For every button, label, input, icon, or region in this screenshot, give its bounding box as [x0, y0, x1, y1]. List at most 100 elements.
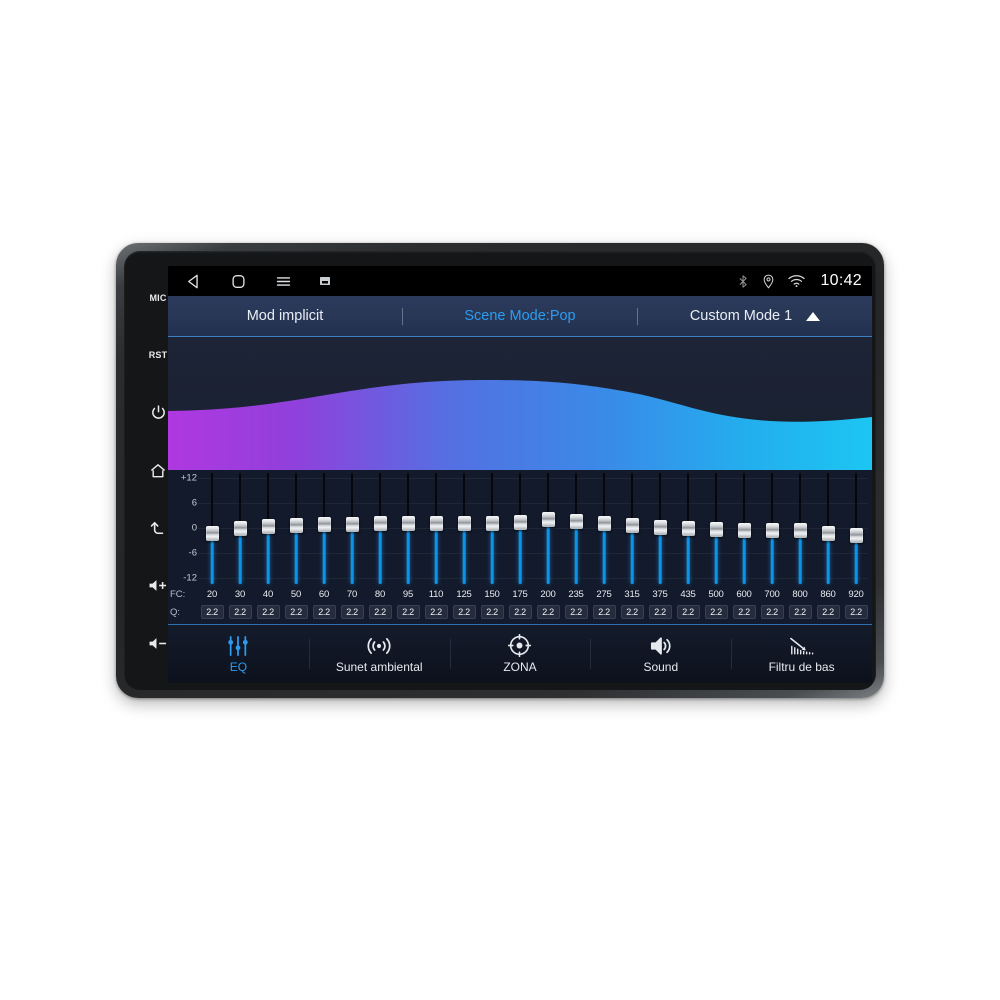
eq-slider-thumb[interactable]	[317, 517, 331, 533]
eq-slider-thumb[interactable]	[373, 516, 387, 532]
eq-slider-thumb[interactable]	[597, 515, 611, 531]
eq-band-slider[interactable]	[646, 470, 674, 584]
eq-slider-thumb[interactable]	[457, 515, 471, 531]
eq-band-slider[interactable]	[758, 470, 786, 584]
eq-q-cell[interactable]: 2.2	[254, 605, 282, 619]
back-button[interactable]	[141, 499, 175, 557]
eq-slider-track-lower	[266, 533, 270, 584]
eq-slider-thumb[interactable]	[709, 522, 723, 538]
eq-band-slider[interactable]	[506, 470, 534, 584]
eq-band-slider[interactable]	[282, 470, 310, 584]
eq-q-cell[interactable]: 2.2	[282, 605, 310, 619]
eq-band-slider[interactable]	[674, 470, 702, 584]
tab-zona[interactable]: ZONA	[449, 625, 591, 683]
eq-q-cell[interactable]: 2.2	[590, 605, 618, 619]
tab-surround[interactable]: Sunet ambiental	[308, 625, 450, 683]
eq-q-cell[interactable]: 2.2	[814, 605, 842, 619]
eq-band-slider[interactable]	[394, 470, 422, 584]
eq-q-cell[interactable]: 2.2	[394, 605, 422, 619]
eq-q-cell[interactable]: 2.2	[786, 605, 814, 619]
menu-icon[interactable]	[274, 272, 293, 291]
eq-slider-thumb[interactable]	[345, 516, 359, 532]
eq-slider-thumb[interactable]	[653, 519, 667, 535]
eq-band-slider[interactable]	[226, 470, 254, 584]
eq-q-cell[interactable]: 2.2	[310, 605, 338, 619]
eq-band-slider[interactable]	[366, 470, 394, 584]
eq-slider-thumb[interactable]	[289, 517, 303, 533]
home-button[interactable]	[141, 442, 175, 500]
eq-q-cell[interactable]: 2.2	[842, 605, 870, 619]
eq-slider-thumb[interactable]	[765, 523, 779, 538]
eq-q-cell[interactable]: 2.2	[758, 605, 786, 619]
eq-frequency-label: 175	[512, 588, 528, 600]
eq-slider-track-upper	[687, 473, 689, 525]
eq-band-slider[interactable]	[702, 470, 730, 584]
eq-slider-thumb[interactable]	[485, 515, 499, 531]
speaker-icon	[649, 635, 673, 657]
mic-button[interactable]: MIC	[141, 269, 175, 327]
eq-slider-thumb[interactable]	[233, 521, 247, 537]
eq-q-cell[interactable]: 2.2	[506, 605, 534, 619]
eq-slider-thumb[interactable]	[681, 521, 695, 537]
eq-q-cell[interactable]: 2.2	[366, 605, 394, 619]
tab-eq[interactable]: EQ	[168, 625, 309, 683]
touchscreen[interactable]: 10:42 Mod implicit Scene Mode:Pop Custom…	[168, 266, 872, 683]
eq-band-slider[interactable]	[338, 470, 366, 584]
eq-q-cell[interactable]: 2.2	[338, 605, 366, 619]
volume-down-button[interactable]	[141, 614, 175, 672]
eq-q-cell[interactable]: 2.2	[702, 605, 730, 619]
eq-frequency-label: 700	[764, 588, 780, 600]
eq-band-slider[interactable]	[478, 470, 506, 584]
eq-slider-thumb[interactable]	[261, 518, 275, 534]
home-icon[interactable]	[229, 272, 248, 291]
eq-slider-track-upper	[323, 473, 325, 521]
eq-slider-thumb[interactable]	[849, 528, 863, 544]
tab-bass-filter[interactable]: Filtru de bas	[731, 625, 872, 683]
eq-q-cell[interactable]: 2.2	[562, 605, 590, 619]
eq-q-cell[interactable]: 2.2	[674, 605, 702, 619]
eq-q-cell[interactable]: 2.2	[646, 605, 674, 619]
eq-q-cell[interactable]: 2.2	[478, 605, 506, 619]
eq-band-slider[interactable]	[590, 470, 618, 584]
eq-band-slider[interactable]	[450, 470, 478, 584]
scene-mode-button[interactable]: Scene Mode:Pop	[403, 296, 637, 336]
eq-band-slider[interactable]	[310, 470, 338, 584]
eq-band-slider[interactable]	[730, 470, 758, 584]
eq-slider-thumb[interactable]	[569, 513, 583, 529]
eq-q-cell[interactable]: 2.2	[618, 605, 646, 619]
eq-band-slider[interactable]	[842, 470, 870, 584]
eq-slider-thumb[interactable]	[429, 515, 443, 531]
back-icon[interactable]	[184, 272, 203, 291]
eq-slider-thumb[interactable]	[401, 516, 415, 532]
eq-slider-thumb[interactable]	[793, 523, 807, 539]
reset-button[interactable]: RST	[141, 327, 175, 385]
eq-q-cell[interactable]: 2.2	[730, 605, 758, 619]
power-button[interactable]	[141, 384, 175, 442]
default-mode-button[interactable]: Mod implicit	[168, 296, 402, 336]
eq-q-cell[interactable]: 2.2	[226, 605, 254, 619]
eq-band-slider[interactable]	[814, 470, 842, 584]
eq-band-slider[interactable]	[618, 470, 646, 584]
eq-slider-thumb[interactable]	[737, 522, 751, 538]
eq-band-slider[interactable]	[562, 470, 590, 584]
eq-band-slider[interactable]	[534, 470, 562, 584]
screenshot-icon[interactable]	[319, 275, 331, 287]
eq-slider-thumb[interactable]	[205, 526, 219, 542]
eq-slider-thumb[interactable]	[625, 518, 639, 533]
eq-slider-track-lower	[378, 530, 382, 584]
eq-slider-thumb[interactable]	[541, 512, 555, 528]
volume-up-button[interactable]	[141, 557, 175, 615]
tab-sound[interactable]: Sound	[590, 625, 731, 683]
eq-band-slider[interactable]	[786, 470, 814, 584]
eq-q-cell[interactable]: 2.2	[450, 605, 478, 619]
eq-q-cell[interactable]: 2.2	[422, 605, 450, 619]
eq-q-cell[interactable]: 2.2	[198, 605, 226, 619]
eq-band-slider[interactable]	[254, 470, 282, 584]
eq-slider-thumb[interactable]	[513, 514, 527, 530]
eq-q-cell[interactable]: 2.2	[534, 605, 562, 619]
chevron-up-icon[interactable]	[806, 311, 821, 321]
eq-band-slider[interactable]	[422, 470, 450, 584]
eq-slider-thumb[interactable]	[821, 525, 835, 541]
eq-band-slider[interactable]	[198, 470, 226, 584]
custom-mode-button[interactable]: Custom Mode 1	[638, 296, 872, 336]
